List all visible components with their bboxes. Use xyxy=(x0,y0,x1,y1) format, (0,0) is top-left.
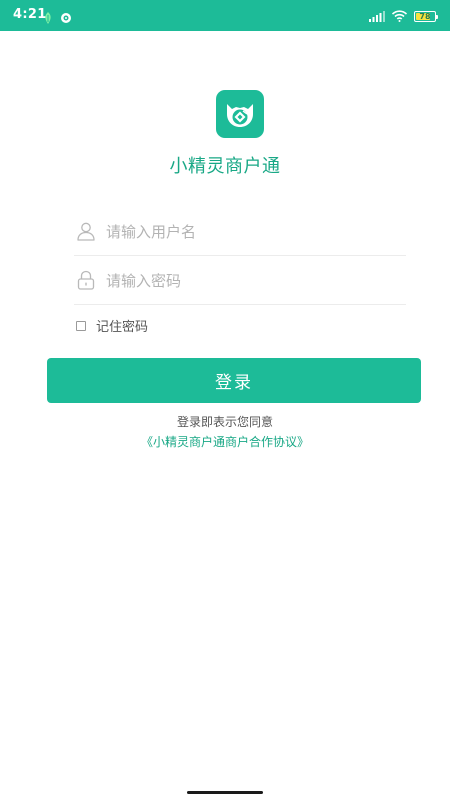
user-icon xyxy=(76,221,96,245)
password-field xyxy=(74,257,406,305)
login-screen: 4:21 78 小精灵商户通 请输入用户名 记住密码 登录 登录即表示您同意 《… xyxy=(0,0,450,800)
status-bar: 4:21 78 xyxy=(0,0,450,31)
remember-password-label: 记住密码 xyxy=(96,320,149,335)
leaf-icon xyxy=(44,9,52,28)
login-button[interactable]: 登录 xyxy=(47,358,421,403)
battery-level: 78 xyxy=(419,11,431,21)
app-name: 小精灵商户通 xyxy=(169,156,281,177)
owl-logo-icon xyxy=(216,90,264,138)
status-indicators: 78 xyxy=(369,7,438,26)
remember-password-checkbox[interactable] xyxy=(76,320,86,331)
signal-icon xyxy=(369,7,385,26)
lock-icon xyxy=(76,270,96,294)
merchant-agreement-link[interactable]: 《小精灵商户通商户合作协议》 xyxy=(0,433,450,450)
agreement-notice: 登录即表示您同意 xyxy=(176,415,273,429)
wifi-icon xyxy=(391,7,408,26)
username-field xyxy=(74,208,406,256)
notification-app-icon xyxy=(60,9,72,28)
password-input[interactable] xyxy=(106,269,396,293)
status-time: 4:21 xyxy=(13,7,47,22)
username-input[interactable] xyxy=(106,220,396,244)
battery-icon: 78 xyxy=(414,10,438,22)
home-indicator[interactable] xyxy=(187,791,263,794)
battery-tip xyxy=(436,14,438,19)
remember-password-option[interactable]: 记住密码 xyxy=(76,316,148,335)
